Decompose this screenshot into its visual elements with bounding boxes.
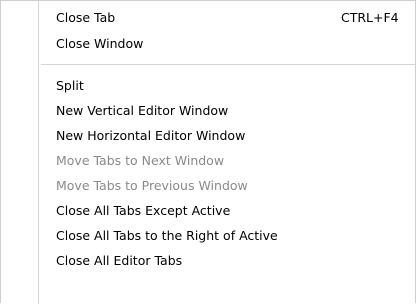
menu-item-split[interactable]: Split	[1, 75, 415, 97]
menu-item-move-tabs-previous-window: Move Tabs to Previous Window	[1, 175, 415, 197]
menu-item-move-tabs-next-window: Move Tabs to Next Window	[1, 150, 415, 172]
menu-item-label: Close All Tabs Except Active	[56, 203, 231, 218]
context-menu: Close Tab CTRL+F4 Close Window Split New…	[0, 0, 416, 304]
menu-separator	[41, 64, 415, 66]
menu-item-new-vertical-editor-window[interactable]: New Vertical Editor Window	[1, 100, 415, 122]
menu-item-label: Split	[56, 78, 84, 93]
menu-item-close-all-except-active[interactable]: Close All Tabs Except Active	[1, 200, 415, 222]
menu-item-close-window[interactable]: Close Window	[1, 33, 415, 55]
menu-item-close-all-editor-tabs[interactable]: Close All Editor Tabs	[1, 250, 415, 272]
menu-item-close-tab[interactable]: Close Tab CTRL+F4	[1, 7, 415, 29]
menu-item-label: Close Window	[56, 36, 144, 51]
menu-item-label: Move Tabs to Previous Window	[56, 178, 248, 193]
menu-item-label: Move Tabs to Next Window	[56, 153, 225, 168]
menu-item-label: Close Tab	[56, 10, 116, 25]
menu-item-label: Close All Editor Tabs	[56, 253, 183, 268]
menu-item-close-all-right-of-active[interactable]: Close All Tabs to the Right of Active	[1, 225, 415, 247]
menu-item-label: Close All Tabs to the Right of Active	[56, 228, 278, 243]
menu-item-label: New Horizontal Editor Window	[56, 128, 246, 143]
menu-item-new-horizontal-editor-window[interactable]: New Horizontal Editor Window	[1, 125, 415, 147]
menu-item-label: New Vertical Editor Window	[56, 103, 229, 118]
menu-item-shortcut: CTRL+F4	[341, 10, 399, 25]
